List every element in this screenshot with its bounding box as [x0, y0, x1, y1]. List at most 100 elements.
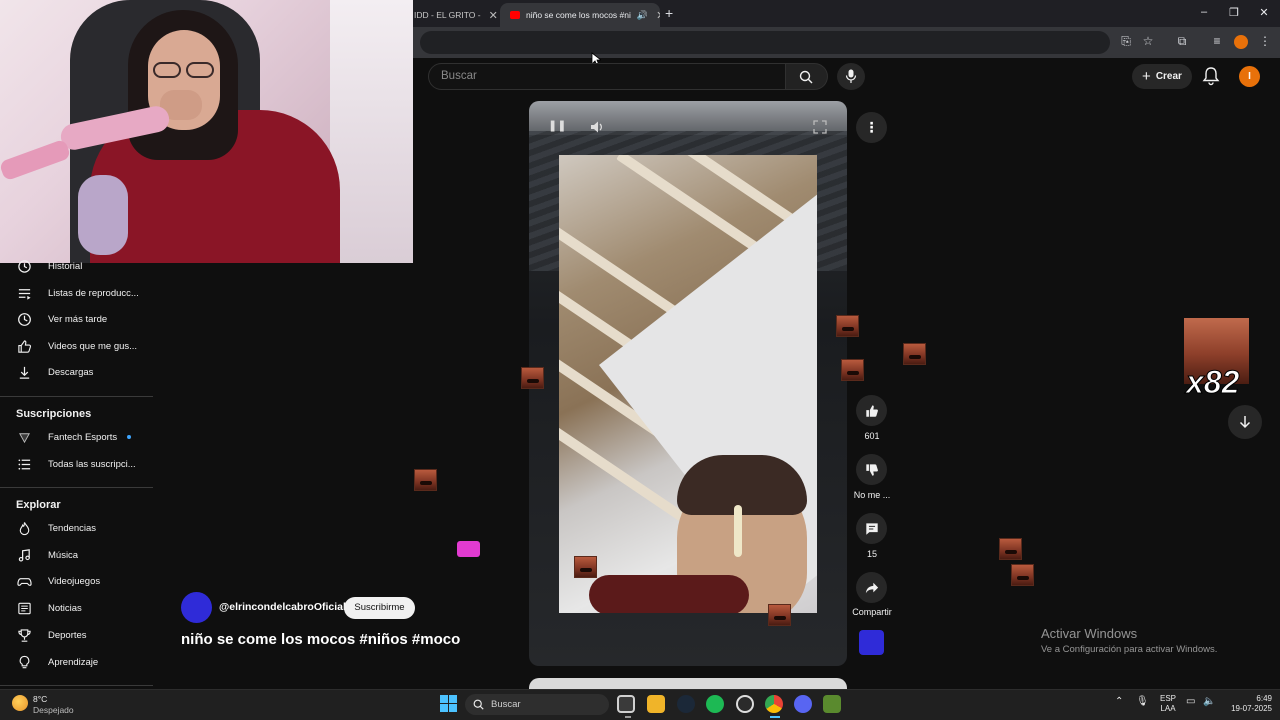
subscribe-button[interactable]: Suscribirme [344, 597, 415, 619]
bookmark-star-icon[interactable]: ☆ [1139, 34, 1157, 48]
windows-taskbar [0, 689, 1280, 720]
music-icon [18, 548, 30, 561]
close-window-icon[interactable]: ✕ [1254, 6, 1274, 19]
file-explorer-icon[interactable] [647, 695, 665, 713]
fullscreen-icon[interactable] [813, 120, 827, 134]
audio-playing-icon[interactable]: 🔊 [637, 10, 648, 21]
volume-icon[interactable] [590, 120, 604, 134]
keyboard-layout: LAA [1160, 704, 1176, 713]
sidebar-divider [0, 685, 153, 686]
browser-tab[interactable]: IDD - EL GRITO - ✕ [404, 3, 500, 27]
extensions-icon[interactable]: ⧉ [1173, 34, 1191, 49]
sidebar-item-history[interactable]: Historial [0, 253, 153, 279]
media-control-icon[interactable]: ≡ [1208, 34, 1226, 48]
sidebar-item-liked-videos[interactable]: Videos que me gus... [0, 333, 153, 359]
taskbar-search[interactable]: Buscar [465, 694, 609, 715]
more-options-button[interactable]: ⋮ [856, 112, 887, 143]
playlist-icon [18, 288, 31, 300]
create-button[interactable]: + Crear [1132, 64, 1192, 89]
channel-name-link[interactable]: @elrincondelcabroOficial [219, 601, 346, 613]
sidebar-item-watch-later[interactable]: Ver más tarde [0, 306, 153, 332]
install-app-icon[interactable]: ⎘ [1117, 34, 1135, 49]
voice-search-button[interactable] [837, 63, 865, 90]
search-icon [799, 70, 813, 84]
pause-icon[interactable]: ❚❚ [548, 119, 566, 133]
sidebar-item-label: Videos que me gus... [48, 340, 138, 352]
sidebar-item-label: Fantech Esports [48, 431, 118, 443]
language-indicator[interactable]: ESP LAA [1157, 694, 1179, 714]
sidebar-item-label: Listas de reproducc... [48, 287, 139, 299]
browser-menu-icon[interactable]: ⋮ [1256, 34, 1274, 48]
discord-icon[interactable] [794, 695, 812, 713]
sidebar-item-downloads[interactable]: Descargas [0, 359, 153, 385]
emote-overlay [841, 359, 864, 381]
sidebar-item-label: Videojuegos [48, 575, 101, 587]
language-code: ESP [1159, 694, 1176, 703]
sidebar-item-playlists[interactable]: Listas de reproducc... [0, 280, 153, 306]
minimize-icon[interactable]: – [1194, 6, 1214, 18]
sidebar-item-fantech-esports[interactable]: Fantech Esports [0, 424, 153, 450]
close-tab-icon[interactable]: ✕ [489, 9, 498, 22]
new-tab-button[interactable]: + [665, 5, 673, 21]
list-icon [18, 458, 30, 470]
comment-icon [865, 522, 878, 535]
browser-tab-active[interactable]: niño se come los mocos #ni 🔊 ✕ [500, 3, 660, 27]
profile-avatar-icon[interactable] [1234, 35, 1248, 49]
notifications-bell-icon[interactable] [1202, 66, 1220, 86]
show-hidden-icons[interactable]: ⌃ [1115, 697, 1123, 707]
weather-description[interactable]: Despejado [33, 705, 74, 715]
comment-count: 15 [866, 549, 877, 559]
account-avatar[interactable]: I [1239, 66, 1260, 87]
emote-overlay [999, 538, 1022, 560]
minecraft-icon[interactable] [823, 695, 841, 713]
sidebar-item-label: Todas las suscripci... [48, 458, 136, 470]
history-icon [17, 259, 31, 273]
sidebar-item-all-subscriptions[interactable]: Todas las suscripci... [0, 451, 153, 477]
clock-icon [17, 312, 31, 326]
search-icon [473, 699, 484, 710]
dislike-button[interactable] [856, 454, 887, 485]
arrow-down-icon [1239, 416, 1251, 429]
restore-icon[interactable]: ❐ [1224, 6, 1244, 19]
steam-icon[interactable] [677, 695, 695, 713]
share-arrow-icon [865, 582, 878, 593]
windows-activation-watermark: Activar Windows Ve a Configuración para … [1041, 626, 1217, 655]
search-input[interactable]: Buscar [428, 63, 786, 90]
sidebar-item-gaming[interactable]: Videojuegos [0, 568, 153, 594]
watermark-subtitle: Ve a Configuración para activar Windows. [1041, 644, 1218, 655]
tab-title: niño se come los mocos #ni [526, 10, 631, 20]
red-shirt [589, 575, 749, 613]
chrome-icon[interactable] [765, 695, 783, 713]
like-button[interactable] [856, 395, 887, 426]
sidebar-item-trending[interactable]: Tendencias [0, 515, 153, 541]
sidebar-item-sports[interactable]: Deportes [0, 622, 153, 648]
clock[interactable]: 6:49 19-07-2025 [1222, 694, 1272, 714]
channel-avatar[interactable] [181, 592, 212, 623]
volume-tray-icon[interactable]: 🔈 [1203, 697, 1215, 707]
sidebar-item-music[interactable]: Música [0, 542, 153, 568]
task-view-icon[interactable] [617, 695, 635, 713]
network-icon[interactable]: ▭ [1186, 697, 1195, 707]
weather-temperature[interactable]: 8°C [33, 694, 47, 704]
thumb-down-icon [865, 463, 878, 476]
youtube-favicon-icon [510, 11, 520, 19]
plush-toy [78, 175, 128, 255]
obs-icon[interactable] [736, 695, 754, 713]
search-button[interactable] [786, 63, 828, 90]
bulb-icon [19, 655, 29, 668]
spotify-icon[interactable] [706, 695, 724, 713]
active-app-indicator [770, 716, 780, 718]
close-tab-icon[interactable]: ✕ [656, 9, 660, 22]
comments-button[interactable] [856, 513, 887, 544]
create-label: Crear [1155, 71, 1182, 82]
next-video-button[interactable] [1228, 405, 1262, 439]
share-button[interactable] [856, 572, 887, 603]
address-bar[interactable] [420, 31, 1110, 54]
microphone-tray-icon[interactable]: 🎙 [1136, 697, 1149, 707]
sidebar-item-learning[interactable]: Aprendizaje [0, 649, 153, 675]
emote-overlay [903, 343, 926, 365]
moon-weather-icon[interactable] [12, 695, 28, 711]
windows-start-icon[interactable] [440, 695, 457, 712]
sidebar-item-news[interactable]: Noticias [0, 595, 153, 621]
channel-thumbnail[interactable] [859, 630, 884, 655]
